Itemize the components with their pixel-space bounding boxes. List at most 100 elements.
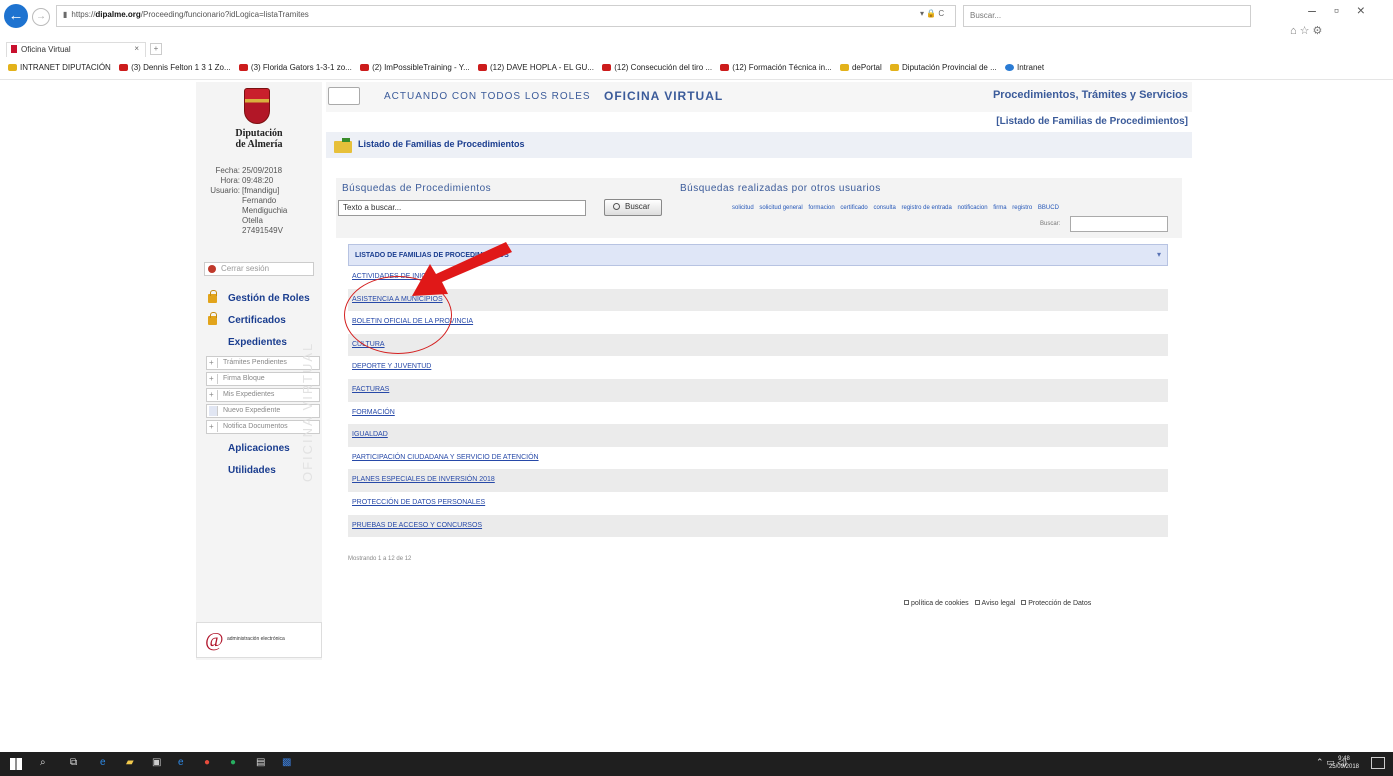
forward-arrow-icon[interactable]: → [32,8,50,26]
youtube-icon [119,64,129,71]
favorite-item[interactable]: (3) Florida Gators 1-3-1 zo... [238,63,352,72]
address-bar[interactable]: ▮ https://dipalme.org/Proceeding/funciona… [56,5,956,27]
table-row: PLANES ESPECIALES DE INVERSIÓN 2018 [348,469,1168,492]
address-tools[interactable]: ▾ 🔒 C [920,9,944,18]
ae-logo[interactable]: @ administración electrónica [196,622,322,658]
windows-start-icon[interactable] [10,758,22,770]
youtube-icon [238,64,248,71]
checkbox-icon [904,600,909,605]
chrome-icon[interactable]: ● [204,757,210,768]
section-title: Procedimientos, Trámites y Servicios [992,89,1188,101]
lock-icon: ▮ [63,10,68,19]
search-icon[interactable]: ⌕ [40,757,46,768]
favorite-item[interactable]: Intranet [1004,63,1044,72]
table-row: BOLETIN OFICIAL DE LA PROVINCIA [348,311,1168,334]
family-link[interactable]: FACTURAS [352,386,389,393]
taskbar: ⌕ ⧉ e ▰ ▣ e ● ● ▤ ▩ ⌃ ▭ ◁) 9:48 25/09/20… [0,752,1393,776]
favicon-icon [11,45,17,53]
favorite-item[interactable]: (2) ImPossibleTraining - Y... [360,63,470,72]
search-icon [613,203,620,210]
globe-icon [1004,64,1014,71]
family-link[interactable]: DEPORTE Y JUVENTUD [352,363,431,370]
edge-icon[interactable]: e [100,757,106,768]
family-link[interactable]: FORMACIÓN [352,409,395,416]
favorite-item[interactable]: dePortal [839,63,882,72]
tag-link[interactable]: formacion [808,205,834,211]
tag-link[interactable]: BBUCD [1038,205,1059,211]
tag-link[interactable]: consulta [873,205,895,211]
favorite-item[interactable]: (3) Dennis Felton 1 3 1 Zo... [119,63,231,72]
plus-icon: + [209,390,218,400]
favorite-item[interactable]: (12) Formación Técnica in... [720,63,832,72]
app-icon[interactable]: ▩ [282,757,291,768]
taskbar-clock[interactable]: 9:48 25/09/2018 [1329,755,1359,771]
family-link[interactable]: PROTECCIÓN DE DATOS PERSONALES [352,499,485,506]
new-tab-button[interactable]: + [150,43,162,55]
search-title: Búsquedas de Procedimientos [342,183,492,194]
sidebar: Diputación de Almería Fecha: 25/09/2018 H… [196,82,322,660]
notification-icon[interactable] [1371,757,1385,769]
legal-link[interactable]: Aviso legal [982,600,1016,607]
favorite-item[interactable]: INTRANET DIPUTACIÓN [8,63,111,72]
office-title: OFICINA VIRTUAL [604,89,724,103]
roles-text: ACTUANDO CON TODOS LOS ROLES [384,91,591,102]
tag-link[interactable]: solicitud general [759,205,802,211]
logout-icon [208,265,216,273]
sidebar-item-certificados[interactable]: Certificados [202,310,320,332]
globe-icon[interactable]: ● [230,757,236,768]
calculator-icon[interactable]: ▤ [256,757,265,768]
main-content: ACTUANDO CON TODOS LOS ROLES OFICINA VIR… [326,82,1192,642]
family-link[interactable]: IGUALDAD [352,431,388,438]
search-input[interactable]: Texto a buscar... [338,200,586,216]
search-button[interactable]: Buscar [604,199,662,216]
institution-name: Diputación de Almería [235,128,283,150]
family-link[interactable]: PRUEBAS DE ACCESO Y CONCURSOS [352,522,482,529]
tab-title: Oficina Virtual [21,45,71,54]
task-view-icon[interactable]: ⧉ [70,757,77,768]
page-icon [890,64,900,71]
tag-link[interactable]: registro de entrada [901,205,951,211]
page-icon [839,64,849,71]
tag-link[interactable]: notificacion [958,205,988,211]
tab-oficina-virtual[interactable]: Oficina Virtual × [6,42,146,57]
favorite-item[interactable]: (12) DAVE HOPLA - EL GU... [477,63,594,72]
time-value: 09:48:20 [242,176,274,185]
filter-input[interactable] [1070,216,1168,232]
back-arrow-icon[interactable]: ← [4,4,28,28]
browser-toolbar-icons[interactable]: ⌂☆⚙ [1290,24,1325,37]
favorites-bar: INTRANET DIPUTACIÓN (3) Dennis Felton 1 … [0,58,1393,80]
favorite-item[interactable]: Diputación Provincial de ... [890,63,997,72]
family-link[interactable]: PARTICIPACIÓN CIUDADANA Y SERVICIO DE AT… [352,454,539,461]
window-controls[interactable]: –▫× [1308,2,1383,18]
folder-icon [334,138,352,153]
store-icon[interactable]: ▣ [152,757,161,768]
checkbox-icon [1021,600,1027,605]
cookies-link[interactable]: política de cookies [911,600,969,607]
tag-link[interactable]: registro [1012,205,1032,211]
favorite-item[interactable]: (12) Consecución del tiro ... [602,63,712,72]
tag-link[interactable]: firma [993,205,1006,211]
youtube-icon [720,64,730,71]
browser-search-input[interactable]: Buscar... [963,5,1251,27]
data-protection-link[interactable]: Protección de Datos [1028,600,1091,607]
table-row: FACTURAS [348,378,1168,402]
tag-link[interactable]: certificado [840,205,867,211]
list-header: Listado de Familias de Procedimientos [326,132,1192,158]
sort-caret-icon[interactable]: ▾ [1157,250,1161,259]
youtube-icon [477,64,487,71]
sidebar-item-roles[interactable]: Gestión de Roles [202,288,320,310]
ie-icon[interactable]: e [178,757,184,768]
plus-icon: + [209,358,218,368]
roles-selector[interactable] [328,87,360,105]
tag-link[interactable]: solicitud [732,205,754,211]
table-row: PROTECCIÓN DE DATOS PERSONALES [348,491,1168,515]
file-explorer-icon[interactable]: ▰ [126,757,134,768]
family-link[interactable]: PLANES ESPECIALES DE INVERSIÓN 2018 [352,476,495,483]
institution-logo: Diputación de Almería [196,82,322,164]
plus-icon: + [209,374,218,384]
tab-close-icon[interactable]: × [134,44,139,53]
pagination-info: Mostrando 1 a 12 de 12 [348,556,412,562]
table-row: PARTICIPACIÓN CIUDADANA Y SERVICIO DE AT… [348,446,1168,470]
crest-icon [244,88,270,124]
logout-button[interactable]: Cerrar sesión [204,262,314,276]
